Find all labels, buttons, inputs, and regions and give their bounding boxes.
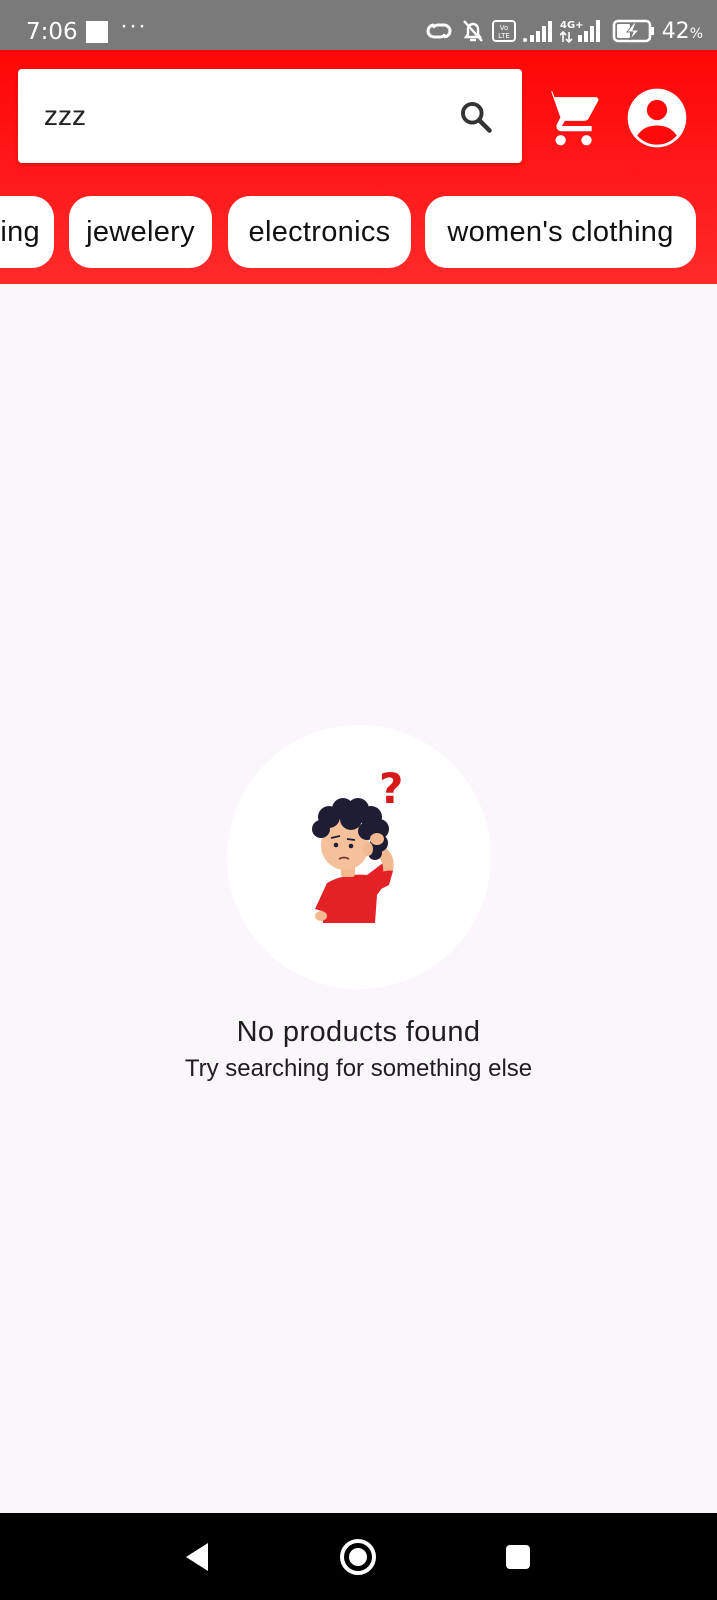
empty-state-subtitle: Try searching for something else bbox=[184, 1055, 533, 1082]
status-icons: Vo LTE 4G+ 42% bbox=[424, 16, 703, 46]
status-time: 7:06 bbox=[26, 19, 78, 45]
battery-percentage: 42% bbox=[661, 18, 703, 44]
mute-bell-icon bbox=[462, 20, 483, 42]
cart-icon[interactable] bbox=[540, 86, 602, 148]
status-bar: 7:06 ··· Vo LTE 4G+ 42% bbox=[0, 0, 717, 50]
link-icon bbox=[426, 23, 452, 39]
question-mark-icon: ? bbox=[379, 764, 403, 813]
category-chip-jewelery[interactable]: jewelery bbox=[69, 196, 212, 268]
notification-square-icon bbox=[86, 21, 108, 43]
back-triangle-icon[interactable] bbox=[178, 1537, 218, 1577]
search-icon[interactable] bbox=[458, 99, 494, 135]
category-chip-electronics[interactable]: electronics bbox=[228, 196, 411, 268]
volte-icon: Vo LTE bbox=[491, 20, 516, 42]
empty-state-illustration: ? bbox=[227, 725, 491, 989]
recents-square-icon[interactable] bbox=[498, 1537, 538, 1577]
category-chip-label: jewelery bbox=[86, 216, 195, 248]
svg-text:Vo: Vo bbox=[499, 24, 508, 32]
category-chip-label: women's clothing bbox=[447, 216, 674, 248]
svg-text:LTE: LTE bbox=[498, 32, 510, 40]
more-notifications-indicator: ··· bbox=[120, 12, 147, 39]
empty-state-title: No products found bbox=[236, 1016, 481, 1048]
category-chip-mens-clothing[interactable]: ing bbox=[0, 196, 54, 268]
confused-person-illustration: ? bbox=[312, 764, 403, 923]
signal-1-icon bbox=[522, 21, 552, 42]
account-circle-icon[interactable] bbox=[625, 86, 689, 150]
category-chips: ing jewelery electronics women's clothin… bbox=[0, 196, 717, 268]
search-bar bbox=[18, 69, 522, 163]
app-header: ing jewelery electronics women's clothin… bbox=[0, 50, 717, 284]
category-chip-womens-clothing[interactable]: women's clothing bbox=[425, 196, 696, 268]
search-input[interactable] bbox=[44, 91, 424, 141]
system-navigation-bar bbox=[0, 1513, 717, 1600]
battery-charging-icon bbox=[612, 19, 654, 43]
signal-4g-icon: 4G+ bbox=[559, 20, 600, 44]
category-chip-label: ing bbox=[0, 216, 40, 248]
home-circle-icon[interactable] bbox=[338, 1537, 378, 1577]
network-type-label: 4G+ bbox=[560, 20, 584, 31]
category-chip-label: electronics bbox=[248, 216, 391, 248]
